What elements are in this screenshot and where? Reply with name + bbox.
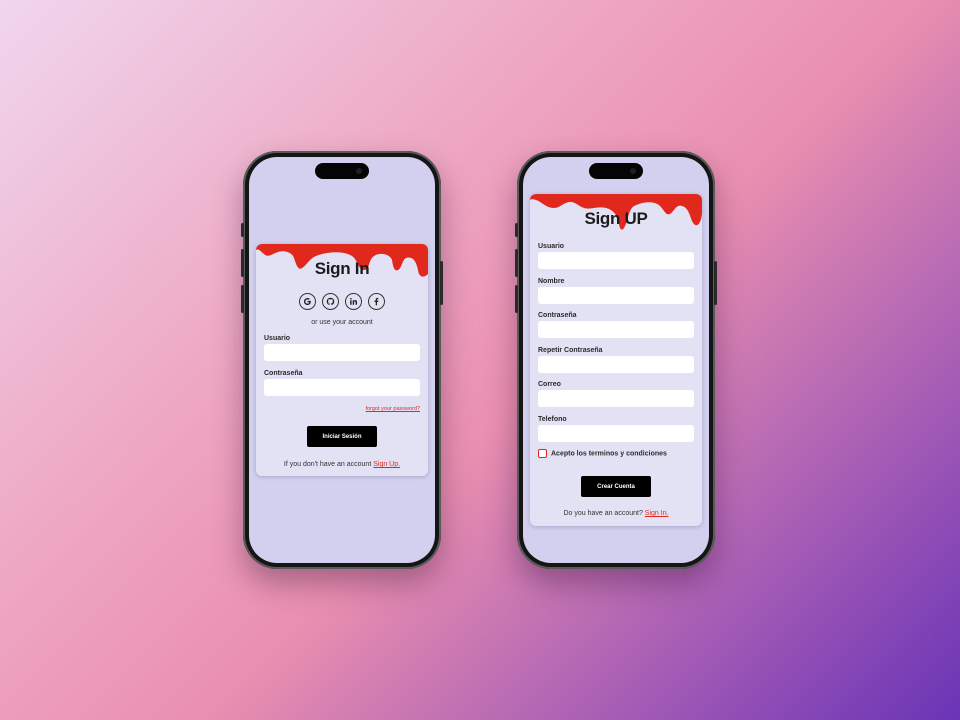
repeat-password-label: Repetir Contraseña [538,347,603,354]
email-input[interactable] [538,390,694,407]
dynamic-island [315,163,369,179]
social-login-row [256,293,428,311]
side-button [515,223,518,237]
name-label: Nombre [538,278,565,285]
linkedin-icon[interactable] [345,293,362,311]
signup-card: Sign UP Usuario Nombre Contraseña Repeti… [530,194,702,526]
username-input[interactable] [538,252,694,269]
google-icon[interactable] [299,293,316,311]
phone-input[interactable] [538,425,694,442]
page-title: Sign In [314,259,370,278]
signin-link[interactable]: Sign In. [645,510,669,517]
signup-link[interactable]: Sign Up. [373,461,400,468]
volume-up-button [515,249,518,277]
password-input[interactable] [538,321,694,338]
create-account-button[interactable]: Crear Cuenta [581,476,651,497]
volume-down-button [515,285,518,313]
signin-card: Sign In or use your account Usuario Cont… [256,244,428,476]
username-input[interactable] [264,344,420,361]
power-button [440,261,443,305]
signup-prompt-text: If you don't have an account [283,461,372,468]
name-input[interactable] [538,287,694,304]
side-button [241,223,244,237]
username-label: Usuario [538,243,565,250]
screen: Sign In or use your account Usuario Cont… [249,157,435,563]
password-label: Contraseña [264,370,303,377]
signin-button[interactable]: Iniciar Sesión [307,426,377,447]
alt-login-text: or use your account [311,319,373,326]
signin-prompt-text: Do you have an account? [563,510,643,517]
signup-prompt: If you don't have an account Sign Up. [256,461,428,468]
terms-label: Acepto los terminos y condiciones [551,450,667,458]
repeat-password-input[interactable] [538,356,694,373]
password-label: Contraseña [538,312,577,319]
terms-checkbox[interactable] [538,449,547,458]
forgot-password-link[interactable]: forgot your password? [366,406,420,412]
volume-down-button [241,285,244,313]
volume-up-button [241,249,244,277]
facebook-icon[interactable] [368,293,385,311]
phone-signin: Sign In or use your account Usuario Cont… [241,151,443,569]
email-label: Correo [538,381,561,388]
page-title: Sign UP [584,209,648,228]
dynamic-island [589,163,643,179]
phone-signup: Sign UP Usuario Nombre Contraseña Repeti… [515,151,717,569]
github-icon[interactable] [322,293,339,311]
password-input[interactable] [264,379,420,396]
signin-prompt: Do you have an account? Sign In. [530,510,702,517]
phone-label: Telefono [538,416,567,423]
terms-row: Acepto los terminos y condiciones [538,449,667,458]
power-button [714,261,717,305]
screen: Sign UP Usuario Nombre Contraseña Repeti… [523,157,709,563]
username-label: Usuario [264,335,291,342]
